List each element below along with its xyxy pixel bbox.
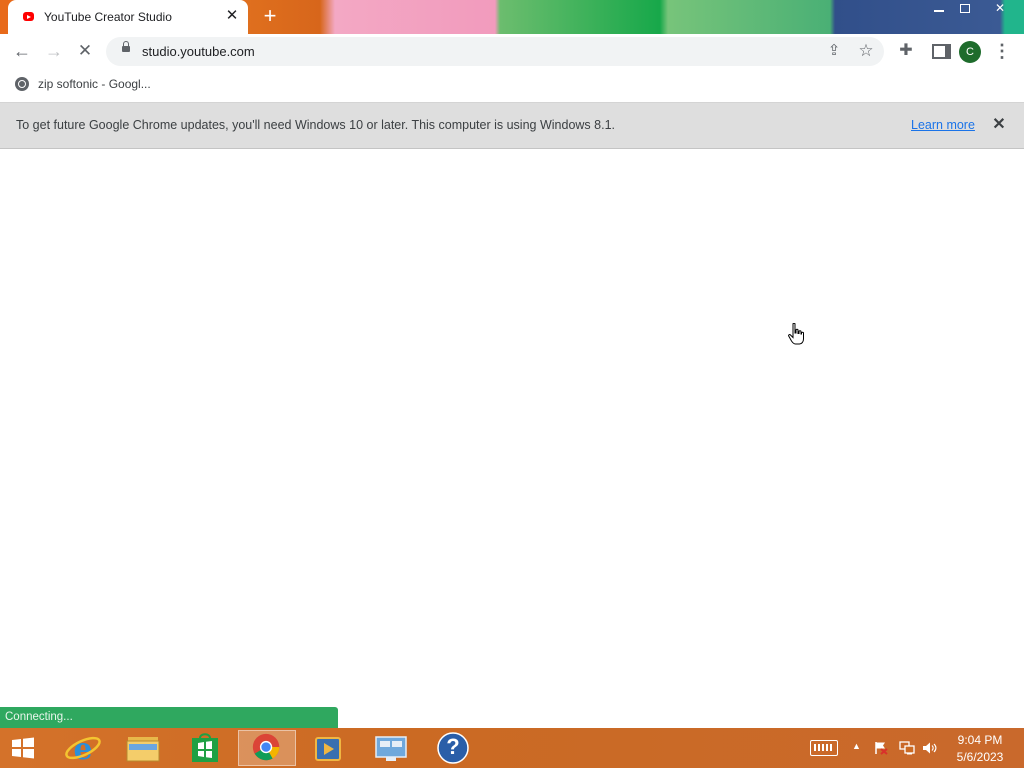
windows-start-icon[interactable] xyxy=(8,736,38,760)
back-arrow-icon[interactable]: ← xyxy=(10,39,34,63)
learn-more-link[interactable]: Learn more xyxy=(911,118,975,132)
taskbar-google-chrome[interactable] xyxy=(238,730,296,766)
taskbar: e ? ▲ 9:04 PM 5/6/2023 xyxy=(0,728,1024,768)
browser-toolbar: ← → ✕ studio.youtube.com ⇪ ☆ ✚ ⋮ xyxy=(0,34,1024,68)
folder-icon xyxy=(126,737,160,762)
address-bar[interactable]: studio.youtube.com xyxy=(106,37,884,66)
bookmarks-bar: zip softonic - Googl... xyxy=(0,68,1024,103)
infobar-message: To get future Google Chrome updates, you… xyxy=(16,118,615,132)
clock-date[interactable]: 5/6/2023 xyxy=(948,750,1012,764)
media-player-icon xyxy=(315,737,341,761)
stop-loading-icon[interactable]: ✕ xyxy=(73,39,97,63)
side-panel-icon[interactable] xyxy=(926,39,951,63)
bookmark-star-icon[interactable]: ☆ xyxy=(854,39,878,63)
hand-cursor-icon xyxy=(788,323,804,345)
tab-strip: YouTube Creator Studio ✕ + ✕ xyxy=(0,0,1024,34)
clock-time[interactable]: 9:04 PM xyxy=(948,733,1012,747)
tab-youtube-creator-studio[interactable]: YouTube Creator Studio ✕ xyxy=(8,0,248,34)
globe-icon xyxy=(15,77,29,91)
bookmark-item[interactable]: zip softonic - Googl... xyxy=(38,77,151,91)
remote-desktop-icon xyxy=(375,736,407,761)
profile-avatar[interactable]: C xyxy=(959,41,981,63)
taskbar-media-player[interactable] xyxy=(300,730,358,766)
show-hidden-icons-arrow-icon[interactable]: ▲ xyxy=(852,741,861,751)
help-glyph: ? xyxy=(446,734,460,759)
taskbar-help[interactable]: ? xyxy=(424,730,482,766)
chrome-icon xyxy=(252,733,280,761)
chrome-menu-icon[interactable]: ⋮ xyxy=(990,39,1014,63)
touch-keyboard-icon[interactable] xyxy=(810,740,838,756)
network-icon[interactable] xyxy=(899,741,915,755)
tab-title: YouTube Creator Studio xyxy=(44,10,172,24)
taskbar-windows-store[interactable] xyxy=(176,730,234,766)
internet-explorer-icon: e xyxy=(65,732,101,767)
forward-arrow-icon[interactable]: → xyxy=(42,39,66,63)
taskbar-file-explorer[interactable] xyxy=(114,730,172,766)
lock-icon[interactable] xyxy=(122,41,130,52)
url-text[interactable]: studio.youtube.com xyxy=(142,44,255,59)
share-icon[interactable]: ⇪ xyxy=(822,39,846,63)
youtube-favicon-icon xyxy=(23,12,34,21)
status-bubble: Connecting... xyxy=(0,707,338,728)
taskbar-internet-explorer[interactable]: e xyxy=(54,730,112,767)
page-content xyxy=(0,149,1024,728)
status-text: Connecting... xyxy=(5,711,73,723)
volume-speaker-icon[interactable] xyxy=(922,741,938,755)
taskbar-remote-desktop[interactable] xyxy=(362,730,420,766)
window-restore-button[interactable] xyxy=(950,0,982,17)
infobar-close-icon[interactable]: ✕ xyxy=(990,115,1008,135)
extensions-puzzle-icon[interactable]: ✚ xyxy=(894,39,918,63)
tab-close-icon[interactable]: ✕ xyxy=(224,6,240,26)
store-bag-icon xyxy=(192,733,218,762)
new-tab-button[interactable]: + xyxy=(258,5,282,29)
update-infobar: To get future Google Chrome updates, you… xyxy=(0,103,1024,149)
svg-text:e: e xyxy=(73,732,92,766)
window-close-button[interactable]: ✕ xyxy=(980,0,1020,17)
action-center-flag-icon[interactable] xyxy=(874,741,888,755)
